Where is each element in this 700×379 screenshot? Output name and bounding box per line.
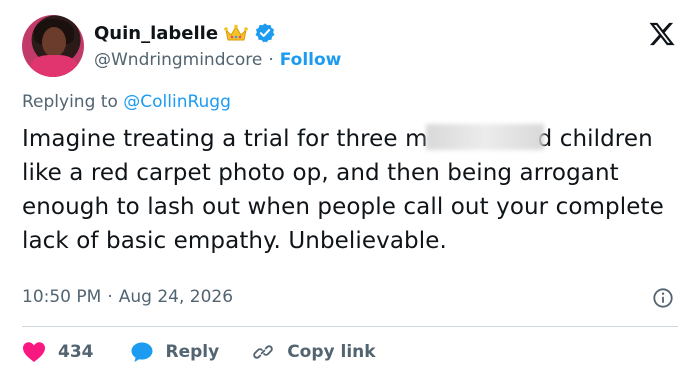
copy-link-label: Copy link bbox=[287, 342, 376, 362]
author-name-row: Quin_labelle bbox=[94, 20, 276, 46]
speech-bubble-icon bbox=[131, 342, 152, 362]
x-logo-icon[interactable] bbox=[648, 20, 676, 48]
crown-icon bbox=[224, 24, 248, 42]
replying-to: Replying to @CollinRugg bbox=[22, 92, 231, 112]
reply-label: Reply bbox=[165, 342, 220, 362]
replying-to-prefix: Replying to bbox=[22, 92, 118, 112]
avatar-face bbox=[42, 27, 66, 57]
tweet-time: 10:50 PM bbox=[22, 287, 102, 307]
avatar[interactable] bbox=[22, 15, 84, 77]
avatar-shirt bbox=[30, 55, 78, 77]
heart-icon bbox=[23, 342, 45, 362]
timestamp-separator: · bbox=[107, 287, 113, 307]
follow-button[interactable]: Follow bbox=[280, 50, 342, 70]
divider bbox=[22, 326, 678, 327]
author-handle-row: @Wndringmindcore · Follow bbox=[94, 48, 341, 72]
reply-button[interactable]: Reply bbox=[130, 341, 220, 363]
handle-separator: · bbox=[268, 50, 274, 70]
verified-badge-icon[interactable] bbox=[254, 22, 276, 44]
like-count: 434 bbox=[58, 342, 94, 362]
tweet-timestamp[interactable]: 10:50 PM · Aug 24, 2026 bbox=[22, 287, 233, 307]
info-icon[interactable] bbox=[652, 287, 674, 309]
reply-mention-link[interactable]: @CollinRugg bbox=[123, 92, 231, 112]
redaction-blur bbox=[425, 124, 544, 150]
copy-link-button[interactable]: Copy link bbox=[251, 341, 376, 363]
link-icon bbox=[253, 345, 274, 359]
tweet-date: Aug 24, 2026 bbox=[118, 287, 234, 307]
tweet-text: Imagine treating a trial for three md ch… bbox=[22, 122, 682, 258]
tweet-card: Quin_labelle @Wndringmindcore · Follow R… bbox=[0, 0, 700, 379]
tweet-text-part1: Imagine treating a trial for three m bbox=[22, 126, 428, 152]
tweet-actions: 434 Reply Copy link bbox=[22, 336, 408, 368]
author-display-name[interactable]: Quin_labelle bbox=[94, 23, 218, 44]
like-button[interactable]: 434 bbox=[22, 341, 94, 363]
author-handle[interactable]: @Wndringmindcore bbox=[94, 50, 262, 70]
